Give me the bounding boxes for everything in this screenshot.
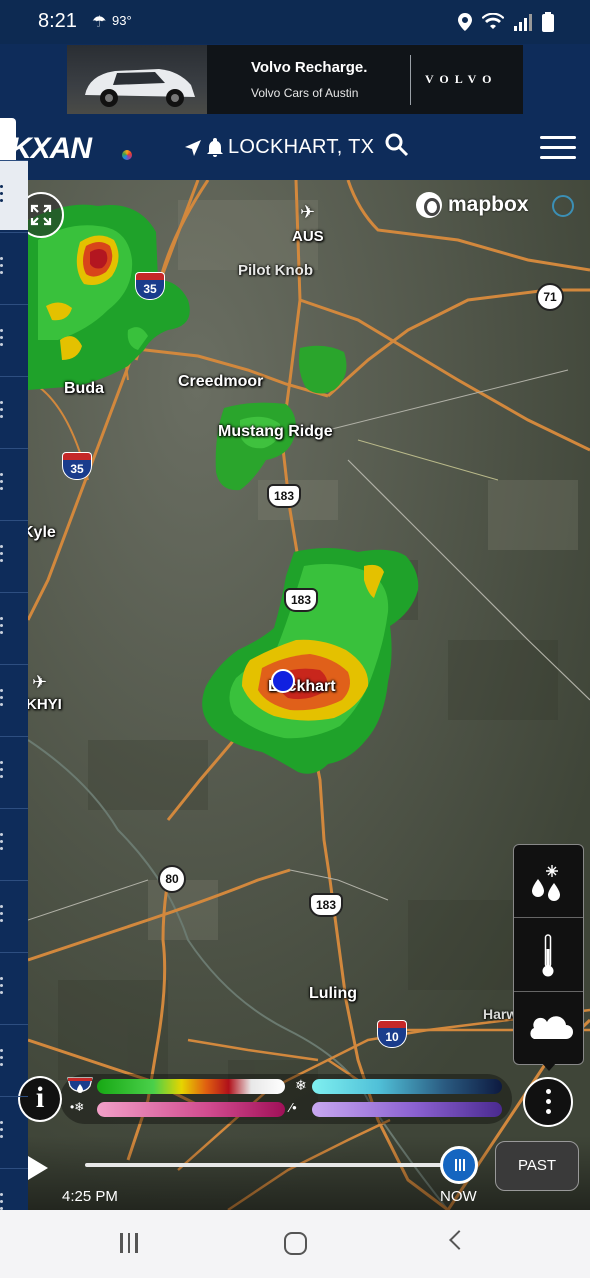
location-icon	[458, 13, 472, 31]
current-location-marker	[271, 669, 295, 693]
status-icons	[458, 12, 554, 32]
timeline-slider-handle[interactable]	[440, 1146, 478, 1184]
layer-panel	[513, 844, 584, 1065]
mix-icon: •❄	[70, 1100, 85, 1114]
place-aus: AUS	[292, 228, 324, 245]
layer-clouds[interactable]	[514, 993, 583, 1064]
rail-menu-item[interactable]	[0, 880, 28, 950]
rail-menu-item[interactable]	[0, 160, 28, 230]
app-header: KXAN LOCKHART, TX	[10, 118, 590, 180]
interstate-10-shield: 10	[377, 1020, 407, 1050]
rail-menu-item[interactable]	[0, 664, 28, 734]
rail-menu-item[interactable]	[0, 376, 28, 446]
search-icon[interactable]	[384, 132, 410, 158]
layer-panel-pointer	[541, 1062, 557, 1071]
location-selector[interactable]: LOCKHART, TX	[184, 133, 410, 159]
ad-divider	[410, 55, 411, 105]
snowflake-icon: ❄	[295, 1077, 307, 1093]
place-mustang-ridge: Mustang Ridge	[218, 423, 333, 440]
radar-map[interactable]: mapbox ✈ AUS Pilot Knob Buda Creedmoor M…	[28, 180, 590, 1210]
rain-icon	[67, 1077, 93, 1093]
legend-mix-scale	[97, 1102, 285, 1117]
place-kyle: Kyle	[28, 524, 56, 541]
thunder-person-icon: ☂	[92, 14, 107, 31]
us-183-shield-south: 183	[309, 893, 343, 917]
airport-icon: ✈	[300, 202, 316, 222]
fm-80-shield: 80	[158, 865, 186, 893]
ad-car-image	[67, 45, 207, 114]
ice-icon: ⁄•	[290, 1100, 297, 1115]
back-icon[interactable]	[449, 1230, 469, 1250]
rail-menu-item[interactable]	[0, 520, 28, 590]
place-pilot-knob: Pilot Knob	[238, 262, 313, 279]
legend-ice-scale	[312, 1102, 502, 1117]
interstate-35-shield-bottom: 35	[62, 452, 92, 482]
rail-menu-item[interactable]	[0, 1096, 28, 1166]
rail-menu-item[interactable]	[0, 448, 28, 518]
recent-apps-icon[interactable]	[120, 1233, 138, 1253]
ad-title: Volvo Recharge.	[251, 59, 368, 76]
rail-menu-item[interactable]	[0, 232, 28, 302]
place-creedmoor: Creedmoor	[178, 373, 264, 390]
us-183-shield-middle: 183	[284, 588, 318, 612]
navigation-arrow-icon	[185, 139, 201, 156]
rail-menu-item[interactable]	[0, 1024, 28, 1094]
rail-menu-item[interactable]	[0, 808, 28, 878]
nbc-peacock-icon	[122, 150, 132, 160]
play-icon[interactable]	[28, 1156, 48, 1180]
place-luling: Luling	[309, 985, 357, 1002]
place-khyi: KHYI	[28, 696, 62, 713]
us-183-shield-north: 183	[267, 484, 301, 508]
place-buda: Buda	[64, 380, 104, 397]
map-info-icon[interactable]	[552, 195, 574, 217]
tx-71-shield: 71	[536, 283, 564, 311]
status-bar: 8:21 ☂ 93°	[0, 0, 590, 44]
wifi-icon	[482, 13, 504, 29]
location-label: LOCKHART, TX	[228, 136, 375, 158]
status-time: 8:21	[38, 10, 77, 32]
cloud-icon	[530, 1016, 573, 1039]
more-options-icon[interactable]	[523, 1077, 573, 1127]
layer-temperature[interactable]	[514, 919, 583, 992]
layer-precipitation[interactable]	[514, 845, 583, 918]
ad-brand-logo: VOLVO	[425, 72, 498, 86]
mapbox-label: mapbox	[448, 193, 529, 216]
precip-mix-icon	[532, 865, 560, 901]
fullscreen-toggle-icon[interactable]	[28, 192, 64, 238]
rail-menu-item[interactable]	[0, 1168, 28, 1210]
status-temperature: 93°	[112, 13, 132, 28]
rail-menu-item[interactable]	[0, 592, 28, 662]
rail-menu-item[interactable]	[0, 304, 28, 374]
system-nav-bar	[0, 1210, 590, 1278]
thermometer-icon	[542, 934, 554, 977]
signal-icon	[514, 14, 532, 31]
timeline-start-time: 4:25 PM	[62, 1188, 118, 1205]
legend-rain-scale	[97, 1079, 285, 1094]
interstate-35-shield-top: 35	[135, 272, 165, 302]
airport-khyi-icon: ✈	[32, 672, 48, 692]
rail-menu-item[interactable]	[0, 952, 28, 1022]
legend-snow-scale	[312, 1079, 502, 1094]
bell-icon	[207, 137, 223, 157]
rail-menu-item[interactable]	[0, 736, 28, 806]
mapbox-logo-icon	[416, 192, 442, 218]
timeline-now-label: NOW	[440, 1188, 477, 1205]
hamburger-menu-icon[interactable]	[540, 136, 576, 160]
past-button[interactable]: PAST	[495, 1141, 579, 1191]
timeline-track[interactable]	[85, 1163, 459, 1167]
ad-banner[interactable]: Volvo Recharge. Volvo Cars of Austin VOL…	[67, 45, 523, 114]
ad-subtitle: Volvo Cars of Austin	[251, 86, 359, 100]
battery-icon	[542, 12, 554, 32]
home-icon[interactable]	[284, 1232, 307, 1255]
mapbox-attribution: mapbox	[416, 192, 529, 218]
